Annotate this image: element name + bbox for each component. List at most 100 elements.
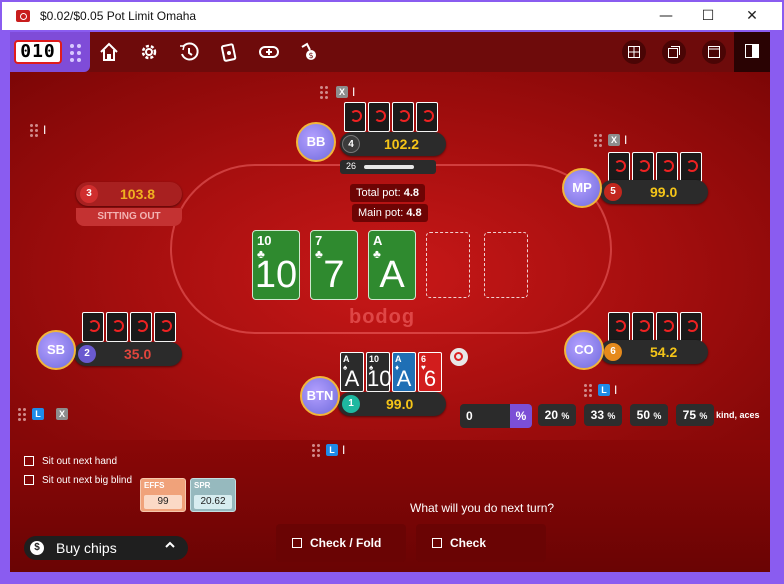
maximize-button[interactable]: ☐ <box>688 4 728 28</box>
bet-preset-50[interactable]: 50 % <box>630 404 668 426</box>
card-back <box>632 152 654 182</box>
position-avatar: CO <box>564 330 604 370</box>
resize-handle-icon[interactable]: I <box>614 384 620 396</box>
hole-card: 6 ♥ 6 <box>418 352 442 392</box>
drag-handle-icon[interactable] <box>594 134 604 147</box>
card-back <box>130 312 152 342</box>
hole-card: A ♦ A <box>392 352 416 392</box>
sit-out-next-bb-label: Sit out next big blind <box>42 475 133 486</box>
rebuy-icon[interactable]: $ <box>298 41 320 63</box>
check-checkbox <box>432 538 442 548</box>
board-slot-turn <box>426 232 470 298</box>
chevron-up-icon <box>164 538 176 554</box>
card-back <box>656 312 678 342</box>
window-frame: $0.02/$0.05 Pot Limit Omaha — ☐ ✕ 010 $ … <box>0 0 784 584</box>
stack-amount: 99.0 <box>650 184 678 200</box>
stack-amount: 54.2 <box>650 344 678 360</box>
resize-handle-icon[interactable]: I <box>352 86 358 98</box>
sitting-out-label: SITTING OUT <box>76 208 182 226</box>
x-tag-badge[interactable]: X <box>336 86 348 98</box>
card-back <box>680 312 702 342</box>
bet-amount-value: 0 <box>466 409 473 423</box>
sit-out-next-hand-checkbox[interactable] <box>24 456 34 466</box>
check-fold-label: Check / Fold <box>310 536 382 550</box>
hole-card: A ♠ A <box>340 352 364 392</box>
layout-icon[interactable] <box>734 32 770 72</box>
bet-preset-75[interactable]: 75 % <box>676 404 714 426</box>
card-back <box>368 102 390 132</box>
bet-preset-20[interactable]: 20 % <box>538 404 576 426</box>
drag-handle-icon[interactable] <box>584 384 594 397</box>
sit-out-next-bb-checkbox[interactable] <box>24 475 34 485</box>
bet-preset-33[interactable]: 33 % <box>584 404 622 426</box>
buy-chips-label: Buy chips <box>56 540 117 556</box>
tables-icon[interactable] <box>662 40 686 64</box>
sit-out-next-hand-label: Sit out next hand <box>42 456 118 467</box>
x-tag-badge[interactable]: X <box>56 408 68 420</box>
total-pot: Total pot: 4.8 <box>350 184 425 202</box>
stack-amount: 35.0 <box>124 346 152 362</box>
action-panel: L I Sit out next hand Sit out next big b… <box>10 440 770 572</box>
drag-handle-icon[interactable] <box>18 408 28 421</box>
effs-value: 99 <box>144 495 182 509</box>
stack-amount: 99.0 <box>386 396 414 412</box>
position-avatar: BB <box>296 122 336 162</box>
main-pot-value: 4.8 <box>406 207 422 219</box>
drag-grip-icon[interactable] <box>70 44 84 62</box>
spr-label: SPR <box>194 481 211 490</box>
x-tag-badge[interactable]: X <box>608 134 620 146</box>
drag-handle-icon[interactable] <box>312 444 322 457</box>
resize-handle-icon[interactable]: I <box>43 124 49 136</box>
seat-number: 1 <box>342 395 360 413</box>
position-avatar: SB <box>36 330 76 370</box>
seat-number: 4 <box>342 135 360 153</box>
drag-handle-icon[interactable] <box>320 86 330 99</box>
resize-handle-icon[interactable]: I <box>342 444 348 456</box>
l-tag-badge[interactable]: L <box>326 444 338 456</box>
position-avatar: MP <box>562 168 602 208</box>
action-timer: 26 <box>340 160 436 174</box>
timer-bar <box>364 165 414 169</box>
stack-pill: 5 99.0 <box>600 180 708 204</box>
add-chips-icon[interactable] <box>258 41 280 63</box>
card-back <box>632 312 654 342</box>
check-fold-button[interactable]: Check / Fold <box>276 524 406 562</box>
board-card: 10 ♣ 10 <box>252 230 300 300</box>
main-pot: Main pot: 4.8 <box>352 204 428 222</box>
coin-icon: $ <box>30 541 44 555</box>
home-icon[interactable] <box>98 41 120 63</box>
cards-icon[interactable] <box>218 41 240 63</box>
seat-number: 6 <box>604 343 622 361</box>
window-icon[interactable] <box>702 40 726 64</box>
history-icon[interactable] <box>178 41 200 63</box>
seat-number: 5 <box>604 183 622 201</box>
stack-pill: 4 102.2 <box>340 132 446 156</box>
minimize-button[interactable]: — <box>646 4 686 28</box>
brand-watermark: bodog <box>349 306 416 328</box>
stack-pill: 6 54.2 <box>600 340 708 364</box>
time-bank-display: 010 <box>14 40 62 64</box>
grid-icon[interactable] <box>622 40 646 64</box>
drag-handle-icon[interactable] <box>30 124 40 137</box>
title-bar: $0.02/$0.05 Pot Limit Omaha — ☐ ✕ <box>2 2 782 30</box>
l-tag-badge[interactable]: L <box>598 384 610 396</box>
timer-panel: 010 <box>10 32 90 72</box>
check-label: Check <box>450 536 487 550</box>
check-button[interactable]: Check <box>416 524 546 562</box>
card-back <box>656 152 678 182</box>
close-button[interactable]: ✕ <box>732 4 772 28</box>
hole-card: 10 ♠ 10 <box>366 352 392 392</box>
l-tag-badge[interactable]: L <box>32 408 44 420</box>
percent-toggle[interactable]: % <box>510 404 532 428</box>
effs-label: EFFS <box>144 481 165 490</box>
stack-amount: 102.2 <box>384 136 420 152</box>
next-turn-prompt: What will you do next turn? <box>410 501 555 515</box>
stack-pill: 1 99.0 <box>338 392 446 416</box>
settings-icon[interactable] <box>138 41 160 63</box>
resize-handle-icon[interactable]: I <box>624 134 630 146</box>
bet-amount-input[interactable]: 0 % <box>460 404 532 428</box>
card-back <box>106 312 128 342</box>
card-back <box>416 102 438 132</box>
buy-chips-button[interactable]: $ Buy chips <box>24 536 188 560</box>
position-avatar: BTN <box>300 376 340 416</box>
